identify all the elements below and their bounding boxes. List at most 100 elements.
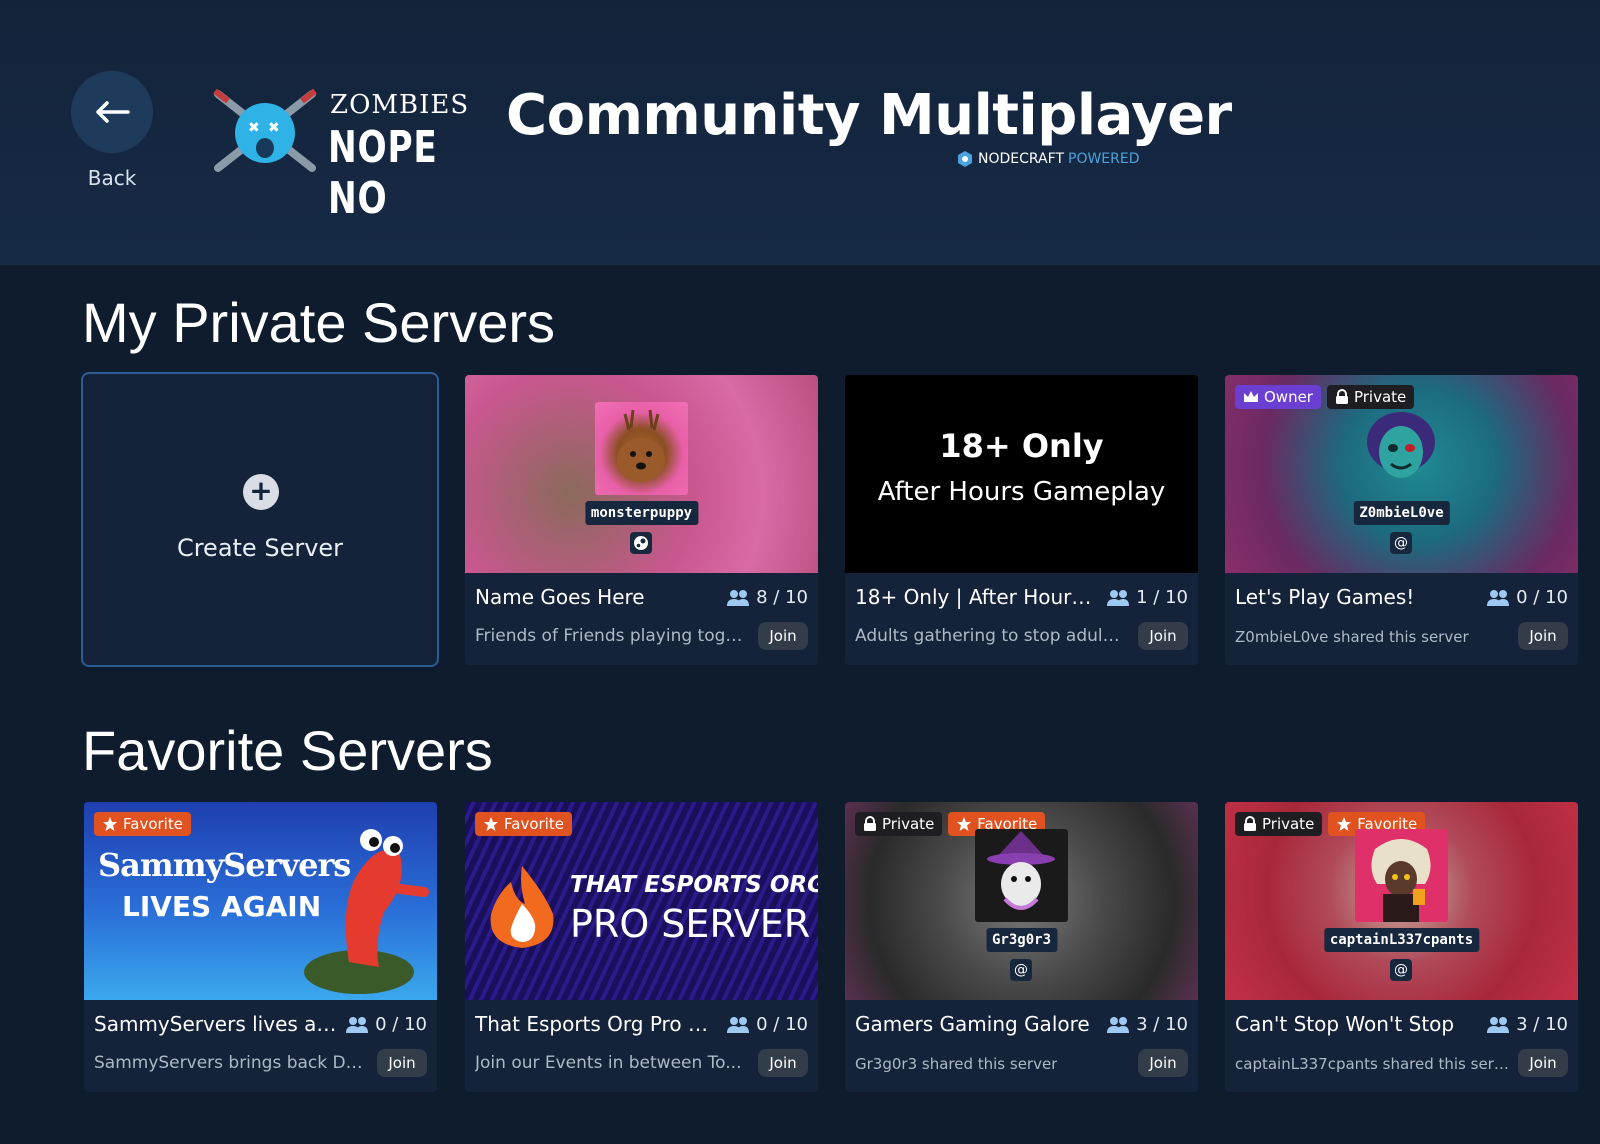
server-banner: 18+ Only After Hours Gameplay: [845, 375, 1198, 573]
at-icon: @: [1390, 532, 1412, 554]
player-count: 8 / 10: [726, 587, 808, 608]
back-button[interactable]: [71, 71, 153, 153]
avatar: [595, 402, 688, 495]
create-server-button[interactable]: + Create Server: [81, 372, 439, 667]
logo-text-top: ZOMBIES: [330, 90, 470, 120]
at-icon: @: [1010, 959, 1032, 981]
players-icon: [346, 1016, 369, 1033]
favorite-badge: Favorite: [94, 812, 191, 836]
arrow-left-icon: [96, 101, 130, 123]
player-count: 0 / 10: [1486, 587, 1568, 608]
server-card[interactable]: Owner Private Z0mbieL0ve @ Let's Play Ga…: [1225, 375, 1578, 665]
server-banner: Private Favorite Gr3g0r3 @: [845, 802, 1198, 1000]
server-name: Can't Stop Won't Stop: [1235, 1012, 1455, 1036]
game-logo: ✖ ✖ ZOMBIES NOPE NO: [210, 86, 475, 224]
lock-icon: [1335, 389, 1348, 404]
join-button[interactable]: Join: [1518, 1049, 1568, 1077]
steam-icon: [630, 532, 652, 554]
server-description: Gr3g0r3 shared this server: [855, 1055, 1058, 1073]
player-count: 0 / 10: [726, 1014, 808, 1035]
server-banner: Favorite SammyServers LIVES AGAIN: [84, 802, 437, 1000]
avatar-name: monsterpuppy: [584, 501, 699, 525]
section-title-private: My Private Servers: [82, 291, 555, 354]
zombie-girl-avatar-icon: [1367, 412, 1435, 478]
join-button[interactable]: Join: [1518, 622, 1568, 650]
server-card[interactable]: Private Favorite captainL337cpants @ Can…: [1225, 802, 1578, 1092]
avatar: [975, 829, 1068, 922]
players-icon: [1487, 589, 1510, 606]
avatar-name: captainL337cpants: [1323, 928, 1480, 952]
witch-avatar-icon: [987, 831, 1055, 910]
player-count: 3 / 10: [1106, 1014, 1188, 1035]
server-name: SammyServers lives again: [94, 1012, 339, 1036]
server-card[interactable]: 18+ Only After Hours Gameplay 18+ Only |…: [845, 375, 1198, 665]
server-banner: Owner Private Z0mbieL0ve @: [1225, 375, 1578, 573]
dog-avatar-icon: [617, 409, 665, 482]
server-card[interactable]: Favorite SammyServers LIVES AGAIN SammyS…: [84, 802, 437, 1092]
powered-word: POWERED: [1068, 151, 1140, 167]
lock-icon: [1244, 816, 1256, 831]
join-button[interactable]: Join: [1138, 1049, 1188, 1077]
banner-subtitle: After Hours Gameplay: [877, 477, 1166, 507]
pirate-avatar-icon: [1371, 839, 1431, 922]
server-description: Z0mbieL0ve shared this server: [1235, 628, 1469, 646]
players-icon: [727, 589, 750, 606]
private-badge-label: Private: [882, 815, 935, 833]
players-icon: [1487, 1016, 1510, 1033]
zombie-face-icon: ✖ ✖: [213, 88, 317, 172]
player-count-text: 3 / 10: [1136, 1014, 1188, 1035]
join-button[interactable]: Join: [1138, 622, 1188, 650]
server-card[interactable]: monsterpuppy Name Goes Here 8 / 10 Frien…: [465, 375, 818, 665]
banner-line1: THAT ESPORTS ORG: [570, 872, 818, 898]
player-count-text: 1 / 10: [1136, 587, 1188, 608]
at-icon: @: [1390, 959, 1412, 981]
star-icon: [1337, 817, 1352, 831]
avatar-name: Gr3g0r3: [985, 928, 1058, 952]
red-creature-icon: [304, 829, 429, 994]
powered-brand: NODECRAFT: [978, 151, 1064, 167]
server-banner: monsterpuppy: [465, 375, 818, 573]
nodecraft-powered: NODECRAFT POWERED: [956, 150, 1140, 168]
badge-row: Favorite: [475, 812, 572, 836]
server-name: Gamers Gaming Galore: [855, 1012, 1090, 1036]
private-badge: Private: [855, 812, 943, 836]
section-title-favorites: Favorite Servers: [82, 719, 493, 782]
join-button[interactable]: Join: [758, 622, 808, 650]
server-banner: Favorite THAT ESPORTS ORG PRO SERVER: [465, 802, 818, 1000]
owner-badge-label: Owner: [1264, 388, 1313, 406]
join-button[interactable]: Join: [758, 1049, 808, 1077]
banner-line2: PRO SERVER: [570, 902, 811, 946]
badge-row: Favorite: [94, 812, 191, 836]
players-icon: [727, 1016, 750, 1033]
avatar: [1355, 402, 1448, 495]
server-card[interactable]: Private Favorite Gr3g0r3 @ Gamers Gaming…: [845, 802, 1198, 1092]
logo-text-bottom: NOPE NO: [328, 122, 438, 224]
flame-logo-icon: [490, 866, 554, 948]
owner-badge: Owner: [1235, 385, 1321, 409]
star-icon: [957, 817, 972, 831]
svg-text:✖: ✖: [268, 120, 280, 136]
players-icon: [1107, 589, 1130, 606]
svg-text:✖: ✖: [248, 120, 260, 136]
back-label: Back: [87, 166, 137, 190]
private-badge: Private: [1235, 812, 1323, 836]
players-icon: [1107, 1016, 1130, 1033]
favorite-badge-label: Favorite: [123, 815, 183, 833]
favorite-badge-label: Favorite: [504, 815, 564, 833]
nodecraft-icon: [958, 151, 972, 167]
private-badge-label: Private: [1262, 815, 1315, 833]
server-description: captainL337cpants shared this server: [1235, 1055, 1510, 1073]
join-button[interactable]: Join: [377, 1049, 427, 1077]
player-count-text: 0 / 10: [756, 1014, 808, 1035]
player-count-text: 3 / 10: [1516, 1014, 1568, 1035]
lock-icon: [864, 816, 876, 831]
server-description: SammyServers brings back Di...: [94, 1053, 364, 1073]
player-count: 0 / 10: [345, 1014, 427, 1035]
server-banner: Private Favorite captainL337cpants @: [1225, 802, 1578, 1000]
server-description: Adults gathering to stop adulti...: [855, 626, 1125, 646]
player-count-text: 0 / 10: [1516, 587, 1568, 608]
server-name: Name Goes Here: [475, 585, 645, 609]
server-card[interactable]: Favorite THAT ESPORTS ORG PRO SERVER Tha…: [465, 802, 818, 1092]
avatar: [1355, 829, 1448, 922]
server-description: Join our Events in between To...: [475, 1053, 742, 1073]
